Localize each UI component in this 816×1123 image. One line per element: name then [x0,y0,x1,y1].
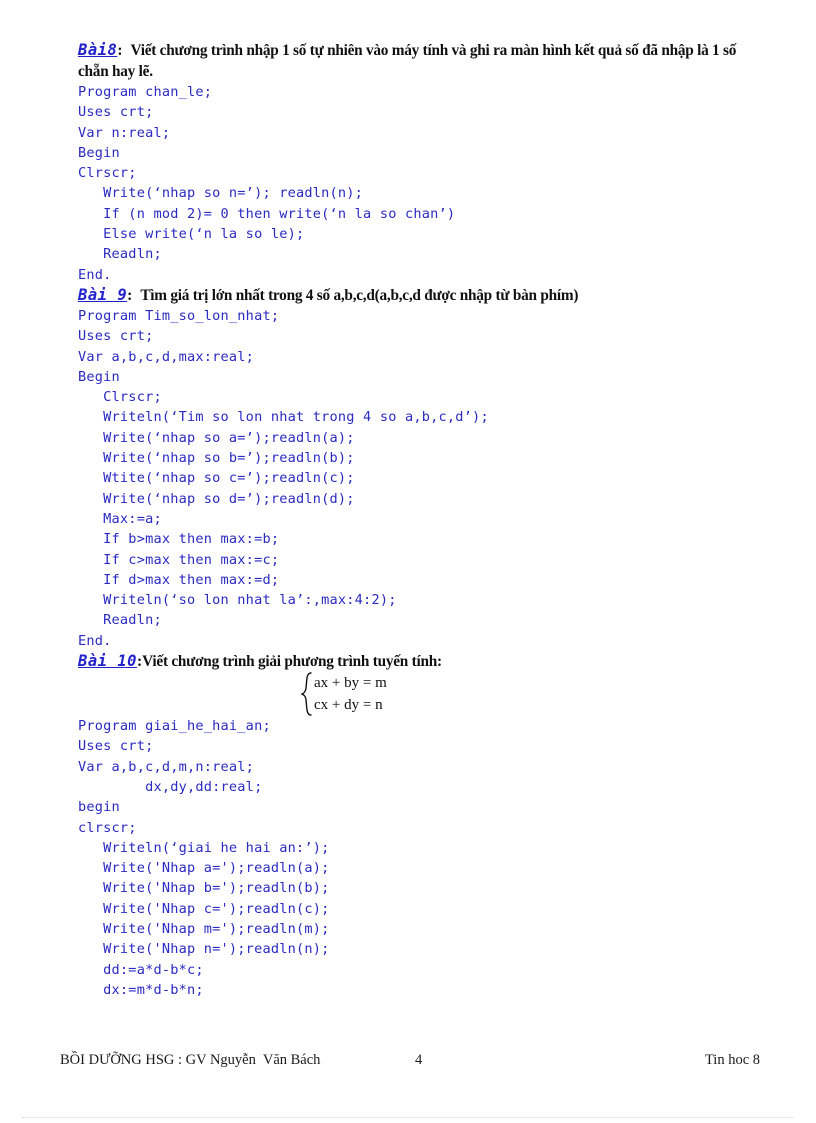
code-line: Var a,b,c,d,max:real; [78,348,255,365]
equation-system: ax + by = m cx + dy = n [78,672,768,716]
exercise-colon-8: : [117,42,123,59]
code-line: End. [78,266,112,283]
code-line: If c>max then max:=c; [78,551,280,568]
code-line: Write('Nhap n=');readln(n); [78,941,330,958]
code-line: Readln; [78,612,162,629]
code-line: Max:=a; [78,510,162,527]
code-line: Uses crt; [78,104,154,121]
exercise-statement-9: Tìm giá trị lớn nhất trong 4 số a,b,c,d(… [140,286,579,304]
code-line: Write('Nhap a=');readln(a); [78,860,330,877]
code-line: dd:=a*d-b*c; [78,961,204,978]
code-line: Write('Nhap b=');readln(b); [78,880,330,897]
footer-author: BỒI DƯỠNG HSG : GV Nguyễn Văn Bách [60,1052,321,1068]
brace-icon [300,672,314,716]
document-page: Bài8: Viết chương trình nhập 1 số tự nhi… [0,0,816,1123]
code-line: If b>max then max:=b; [78,531,280,548]
code-line: End. [78,632,112,649]
code-line: Program chan_le; [78,84,213,100]
code-line: Var a,b,c,d,m,n:real; [78,758,255,775]
code-line: If (n mod 2)= 0 then write(‘n la so chan… [78,205,456,222]
exercise-colon-9: : [127,286,133,304]
code-line: dx,dy,dd:real; [78,778,263,795]
code-line: begin [78,799,120,816]
code-line: Readln; [78,246,162,263]
exercise-statement-8: Viết chương trình nhập 1 số tự nhiên vào… [78,42,737,80]
exercise-label-10: Bài 10 [78,652,137,671]
code-line: Writeln(‘Tim so lon nhat trong 4 so a,b,… [78,409,489,426]
code-line: Write(‘nhap so n=’); readln(n); [78,185,364,202]
code-line: Clrscr; [78,389,162,406]
code-line: Var n:real; [78,124,171,141]
code-line: Begin [78,368,120,385]
equation-line-1: ax + by = m [314,675,387,692]
code-line: Wtite(‘nhap so c=’);readln(c); [78,470,355,487]
page-footer: BỒI DƯỠNG HSG : GV Nguyễn Văn Bách 4 Tin… [60,1052,760,1074]
exercise-label-8: Bài8 [78,41,118,59]
footer-page-number: 4 [415,1052,423,1068]
code-line: Write('Nhap c=');readln(c); [78,900,330,917]
document-content: Bài8: Viết chương trình nhập 1 số tự nhi… [78,40,768,1000]
code-line: Else write(‘n la so le); [78,226,305,243]
code-line: Begin [78,144,120,161]
code-line: Write(‘nhap so d=’);readln(d); [78,490,355,507]
bottom-divider [22,1117,794,1118]
code-line: Write('Nhap m=');readln(m); [78,920,330,937]
code-line: If d>max then max:=d; [78,571,280,588]
code-line: dx:=m*d-b*n; [78,981,204,998]
code-line: Uses crt; [78,328,154,345]
equation-line-2: cx + dy = n [314,697,383,714]
code-line: Program giai_he_hai_an; [78,718,271,735]
code-line: Program Tim_so_lon_nhat; [78,307,280,324]
exercise-heading-10: Bài 10:Viết chương trình giải phương trì… [78,651,768,672]
code-line: Writeln(‘so lon nhat la’:,max:4:2); [78,592,397,609]
code-line: Write(‘nhap so a=’);readln(a); [78,429,355,446]
code-line: Clrscr; [78,165,137,182]
exercise-label-9: Bài 9 [78,285,128,304]
code-line: Uses crt; [78,738,154,755]
footer-subject: Tin hoc 8 [704,1052,760,1068]
exercise-heading-8: Bài8: Viết chương trình nhập 1 số tự nhi… [78,40,750,82]
code-line: Write(‘nhap so b=’);readln(b); [78,450,355,467]
code-line: clrscr; [78,819,137,836]
exercise-statement-10: Viết chương trình giải phương trình tuyế… [142,653,442,671]
code-line: Writeln(‘giai he hai an:’); [78,839,330,856]
exercise-heading-9: Bài 9: Tìm giá trị lớn nhất trong 4 số a… [78,285,768,306]
